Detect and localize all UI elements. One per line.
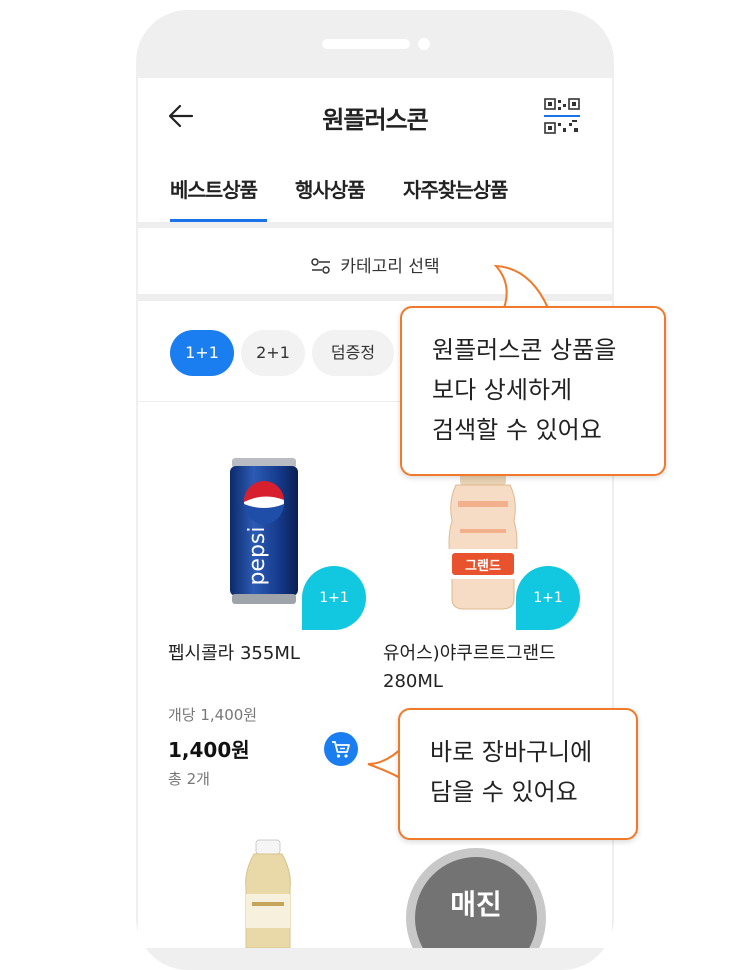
page-title: 원플러스콘 bbox=[322, 106, 428, 134]
bottle-label: 그랜드 bbox=[465, 558, 501, 574]
phone-camera bbox=[418, 38, 430, 50]
promo-badge: 1+1 bbox=[516, 566, 580, 630]
add-to-cart-button[interactable] bbox=[324, 732, 358, 766]
tea-bottle-image[interactable] bbox=[238, 838, 298, 948]
chip-1plus1[interactable]: 1+1 bbox=[170, 330, 234, 376]
chip-bonus[interactable]: 덤증정 bbox=[312, 330, 394, 376]
yakult-bottle-image[interactable]: 그랜드 bbox=[438, 471, 528, 611]
price: 1,400원 bbox=[168, 738, 250, 762]
product-name-2[interactable]: 유어스)야쿠르트그랜드 280ML bbox=[383, 640, 556, 696]
filter-sliders-icon bbox=[311, 258, 331, 274]
product-name-line: 280ML bbox=[383, 671, 443, 692]
tooltip-line: 검색할 수 있어요 bbox=[432, 416, 602, 444]
category-label: 카테고리 선택 bbox=[340, 257, 440, 277]
tooltip-cart: 바로 장바구니에 담을 수 있어요 bbox=[398, 708, 638, 840]
tab-frequent[interactable]: 자주찾는상품 bbox=[403, 174, 508, 203]
tab-best[interactable]: 베스트상품 bbox=[170, 174, 258, 203]
chip-2plus1[interactable]: 2+1 bbox=[241, 330, 305, 376]
product-name[interactable]: 펩시콜라 355ML bbox=[168, 640, 300, 668]
qr-code-icon[interactable] bbox=[544, 98, 580, 134]
tooltip-line: 원플러스콘 상품을 bbox=[432, 336, 617, 364]
cart-icon bbox=[332, 741, 350, 758]
tab-event[interactable]: 행사상품 bbox=[295, 174, 366, 203]
pepsi-can-image[interactable]: pepsi bbox=[228, 456, 300, 606]
tooltip-line: 보다 상세하게 bbox=[432, 376, 573, 404]
tooltip-category: 원플러스콘 상품을 보다 상세하게 검색할 수 있어요 bbox=[400, 306, 666, 476]
tooltip-line: 담을 수 있어요 bbox=[430, 778, 578, 806]
product-name-line: 유어스)야쿠르트그랜드 bbox=[383, 643, 556, 664]
total-count: 총 2개 bbox=[168, 770, 210, 788]
promo-badge: 1+1 bbox=[302, 566, 366, 630]
tooltip-line: 바로 장바구니에 bbox=[430, 738, 593, 766]
svg-text:pepsi: pepsi bbox=[245, 526, 270, 585]
sold-out-overlay: 매진 bbox=[406, 848, 546, 948]
sold-out-label: 매진 bbox=[450, 888, 502, 921]
unit-price: 개당 1,400원 bbox=[168, 706, 258, 724]
phone-speaker bbox=[322, 39, 410, 49]
active-tab-indicator bbox=[170, 219, 267, 222]
